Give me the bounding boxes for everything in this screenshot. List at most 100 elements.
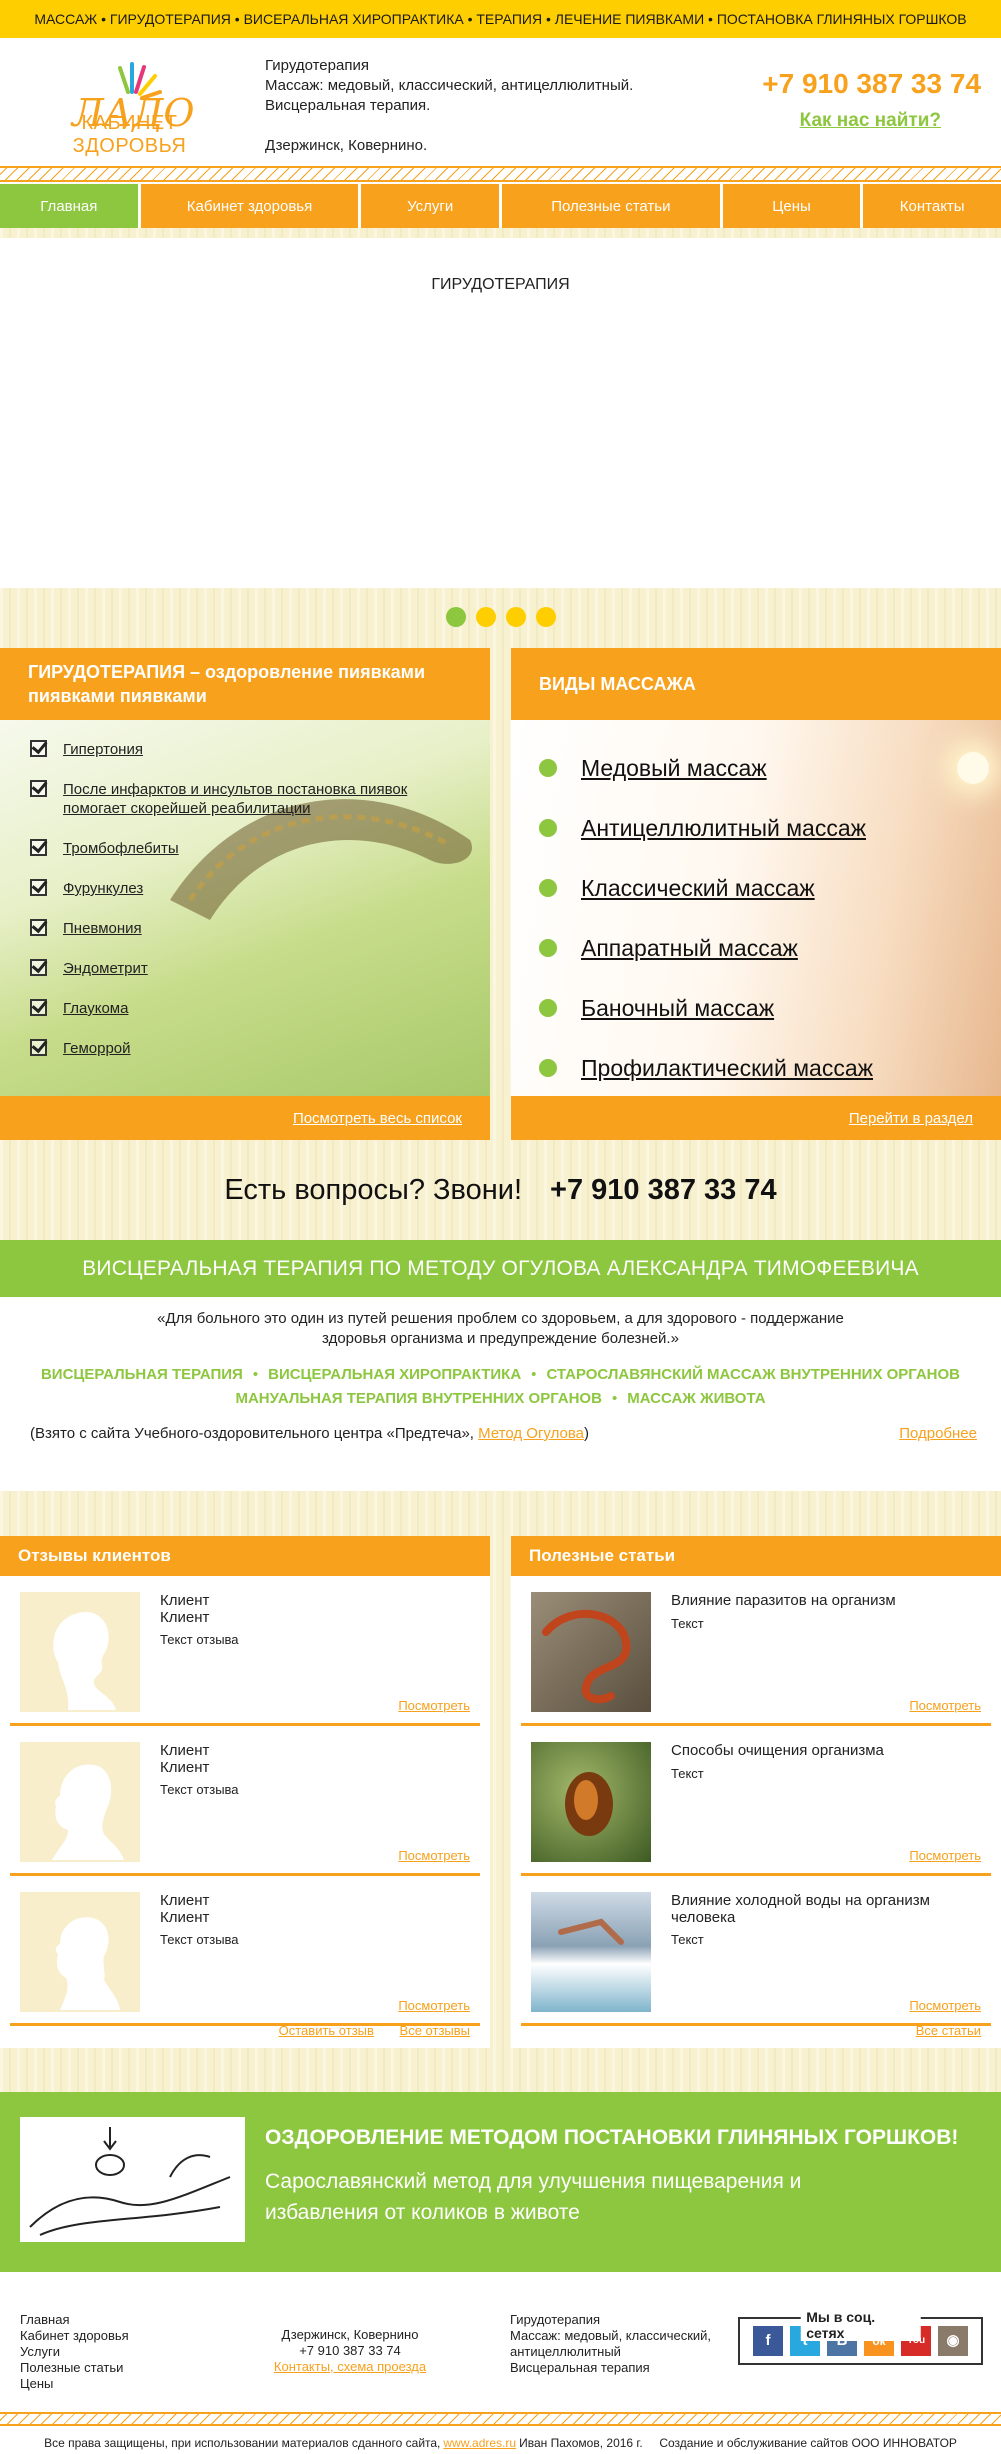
footer-address: Дзержинск, Ковернино xyxy=(281,2327,419,2342)
site-url-link[interactable]: www.adres.ru xyxy=(443,2436,516,2450)
article-title[interactable]: Способы очищения организма xyxy=(671,1742,884,1759)
indication-item[interactable]: После инфарктов и инсультов постановка п… xyxy=(30,780,450,818)
article-title[interactable]: Влияние паразитов на организм xyxy=(671,1592,896,1609)
view-article-link[interactable]: Посмотреть xyxy=(909,1848,981,1863)
indications-list: Гипертония После инфарктов и инсультов п… xyxy=(30,740,450,1079)
visceral-tags: ВИСЦЕРАЛЬНАЯ ТЕРАПИЯ • ВИСЦЕРАЛЬНАЯ ХИРОПР… xyxy=(40,1366,961,1407)
main-nav: Главная Кабинет здоровья Услуги Полезные… xyxy=(0,184,1001,228)
footer-service: Гирудотерапия xyxy=(510,2312,601,2327)
bullet-icon xyxy=(539,1059,557,1077)
tag-link[interactable]: СТАРОСЛАВЯНСКИЙ МАССАЖ ВНУТРЕННИХ ОРГАНО… xyxy=(546,1366,960,1383)
massage-item[interactable]: Баночный массаж xyxy=(539,978,873,1038)
header-phone[interactable]: +7 910 387 33 74 xyxy=(762,68,981,100)
instagram-icon[interactable]: ◉ xyxy=(938,2326,968,2356)
header-service-line: Массаж: медовый, классический, антицеллю… xyxy=(265,77,634,94)
footer-link[interactable]: Полезные статьи xyxy=(20,2360,123,2375)
all-reviews-link[interactable]: Все отзывы xyxy=(400,2023,470,2038)
hero-slider[interactable]: ГИРУДОТЕРАПИЯ xyxy=(0,238,1001,588)
call-bar: Есть вопросы? Звони! +7 910 387 33 74 xyxy=(0,1140,1001,1240)
indication-item[interactable]: Фурункулез xyxy=(30,879,450,898)
site-logo[interactable]: ЛАДО КАБИНЕТ ЗДОРОВЬЯ xyxy=(22,54,237,158)
go-to-section-link[interactable]: Перейти в раздел xyxy=(849,1110,973,1127)
nav-prices[interactable]: Цены xyxy=(722,184,861,228)
footer-link[interactable]: Главная xyxy=(20,2312,69,2327)
copyright-bar: Все права защищены, при использовании ма… xyxy=(0,2412,1001,2454)
view-article-link[interactable]: Посмотреть xyxy=(909,1698,981,1713)
massage-image-bg: Медовый массаж Антицеллюлитный массаж Кл… xyxy=(511,720,1001,1096)
leech-image-bg: Гипертония После инфарктов и инсультов п… xyxy=(0,720,490,1096)
indication-item[interactable]: Гипертония xyxy=(30,740,450,759)
reviews-footer: Оставить отзыв Все отзывы xyxy=(257,2023,470,2038)
candle-glow xyxy=(957,752,989,784)
review-text: Текст отзыва xyxy=(160,1632,239,1647)
view-article-link[interactable]: Посмотреть xyxy=(909,1998,981,2013)
slider-dot[interactable] xyxy=(505,607,526,627)
articles-panel: Полезные статьи Влияние паразитов на орг… xyxy=(511,1536,1001,2048)
bullet-icon xyxy=(539,939,557,957)
nav-home[interactable]: Главная xyxy=(0,184,138,228)
article-title[interactable]: Влияние холодной воды на организм челове… xyxy=(671,1892,971,1926)
articles-heading: Полезные статьи xyxy=(511,1536,1001,1576)
massage-item[interactable]: Аппаратный массаж xyxy=(539,918,873,978)
tag-link[interactable]: ВИСЦЕРАЛЬНАЯ ХИРОПРАКТИКА xyxy=(268,1366,521,1383)
nav-health-office[interactable]: Кабинет здоровья xyxy=(140,184,359,228)
article-item: Влияние холодной воды на организм челове… xyxy=(521,1876,991,2026)
indication-item[interactable]: Пневмония xyxy=(30,919,450,938)
footer-link[interactable]: Цены xyxy=(20,2376,53,2391)
zigzag-divider xyxy=(0,2412,1001,2426)
ogulov-method-link[interactable]: Метод Огулова xyxy=(478,1425,584,1442)
visceral-heading: ВИСЦЕРАЛЬНАЯ ТЕРАПИЯ ПО МЕТОДУ ОГУЛОВА А… xyxy=(0,1240,1001,1297)
massage-types-panel: ВИДЫ МАССАЖА Медовый массаж Антицеллюлит… xyxy=(511,648,1001,1140)
top-services-strip: МАССАЖ • ГИРУДОТЕРАПИЯ • ВИСЕРАЛЬНАЯ ХИР… xyxy=(0,0,1001,38)
nav-contacts[interactable]: Контакты xyxy=(863,184,1001,228)
slider-dots xyxy=(0,588,1001,646)
footer-phone[interactable]: +7 910 387 33 74 xyxy=(265,2343,435,2359)
article-item: Способы очищения организма Текст Посмотр… xyxy=(521,1726,991,1876)
social-box: Мы в соц. сетях f t В ок You ◉ xyxy=(738,2309,983,2365)
call-phone[interactable]: +7 910 387 33 74 xyxy=(550,1174,777,1207)
view-review-link[interactable]: Посмотреть xyxy=(398,1998,470,2013)
massage-item[interactable]: Медовый массаж xyxy=(539,738,873,798)
more-link[interactable]: Подробнее xyxy=(899,1425,977,1442)
find-us-link[interactable]: Как нас найти? xyxy=(800,110,941,132)
massage-item[interactable]: Профилактический массаж xyxy=(539,1038,873,1096)
copyright-text: Иван Пахомов, 2016 г. Создание и обслужи… xyxy=(519,2436,957,2450)
indication-item[interactable]: Глаукома xyxy=(30,999,450,1018)
clay-pots-promo[interactable]: ОЗДОРОВЛЕНИЕ МЕТОДОМ ПОСТАНОВКИ ГЛИНЯНЫХ… xyxy=(0,2092,1001,2272)
checkbox-icon xyxy=(30,839,47,856)
review-name: Клиент xyxy=(160,1592,210,1609)
nav-articles[interactable]: Полезные статьи xyxy=(502,184,720,228)
slider-dot[interactable] xyxy=(535,607,556,627)
facebook-icon[interactable]: f xyxy=(753,2326,783,2356)
slider-dot[interactable] xyxy=(445,607,466,627)
indication-item[interactable]: Эндометрит xyxy=(30,959,450,978)
footer-link[interactable]: Услуги xyxy=(20,2344,60,2359)
cold-water-thumbnail[interactable] xyxy=(531,1892,651,2012)
tag-link[interactable]: ВИСЦЕРАЛЬНАЯ ТЕРАПИЯ xyxy=(41,1366,243,1383)
parasite-thumbnail[interactable] xyxy=(531,1592,651,1712)
checkbox-icon xyxy=(30,1039,47,1056)
indication-item[interactable]: Геморрой xyxy=(30,1039,450,1058)
leave-review-link[interactable]: Оставить отзыв xyxy=(279,2023,374,2038)
slider-dot[interactable] xyxy=(475,607,496,627)
view-review-link[interactable]: Посмотреть xyxy=(398,1848,470,1863)
tag-link[interactable]: МАССАЖ ЖИВОТА xyxy=(627,1390,765,1407)
header-address: Дзержинск, Ковернино. xyxy=(265,137,428,154)
cleansing-thumbnail[interactable] xyxy=(531,1742,651,1862)
indication-item[interactable]: Тромбофлебиты xyxy=(30,839,450,858)
slider-caption: ГИРУДОТЕРАПИЯ xyxy=(431,276,570,293)
footer-contacts-link[interactable]: Контакты, схема проезда xyxy=(274,2359,426,2374)
checkbox-icon xyxy=(30,959,47,976)
tag-link[interactable]: МАНУАЛЬНАЯ ТЕРАПИЯ ВНУТРЕННИХ ОРГАНОВ xyxy=(235,1390,601,1407)
view-full-list-link[interactable]: Посмотреть весь список xyxy=(293,1110,462,1127)
massage-item[interactable]: Классический массаж xyxy=(539,858,873,918)
call-text: Есть вопросы? Звони! xyxy=(224,1173,523,1206)
all-articles-link[interactable]: Все статьи xyxy=(916,2023,981,2038)
footer-service: антицеллюлитный xyxy=(510,2344,621,2359)
review-item: Клиент Клиент Текст отзыва Посмотреть xyxy=(10,1726,480,1876)
massage-item[interactable]: Антицеллюлитный массаж xyxy=(539,798,873,858)
articles-footer: Все статьи xyxy=(894,2023,981,2038)
footer-link[interactable]: Кабинет здоровья xyxy=(20,2328,129,2343)
nav-services[interactable]: Услуги xyxy=(361,184,500,228)
view-review-link[interactable]: Посмотреть xyxy=(398,1698,470,1713)
